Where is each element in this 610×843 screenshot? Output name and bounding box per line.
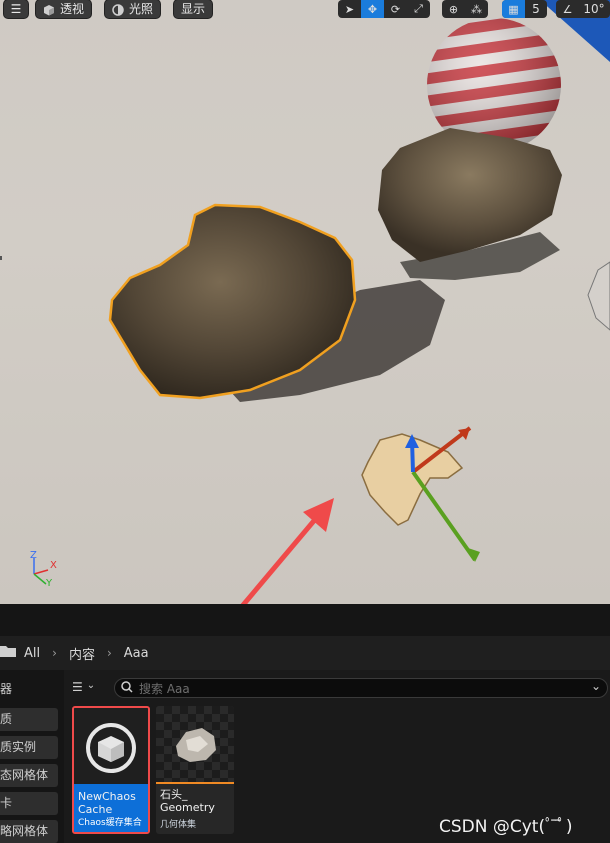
asset-thumbnail xyxy=(74,708,148,784)
asset-tile-chaos-cache[interactable]: NewChaos Cache Chaos缓存集合 xyxy=(72,706,150,834)
coord-tools: ⊕ ⁂ xyxy=(442,0,488,18)
grid-snap-toggle[interactable]: ▦ xyxy=(502,0,525,18)
axis-indicator: Z X Y xyxy=(28,550,62,590)
scale-tool[interactable]: ⤢ xyxy=(407,0,430,18)
lighting-label: 光照 xyxy=(129,2,154,16)
show-label: 显示 xyxy=(181,2,206,16)
asset-name-line1: NewChaos xyxy=(78,790,136,803)
perspective-label: 透视 xyxy=(60,2,85,16)
grid-snap-value[interactable]: 5 xyxy=(525,0,547,18)
cube-icon xyxy=(43,3,55,16)
viewport-menu-button[interactable]: ☰ xyxy=(4,0,28,18)
filter-item[interactable]: 卡 xyxy=(0,792,58,815)
asset-thumbnail xyxy=(156,706,234,782)
globe-icon: ⊕ xyxy=(448,2,459,16)
filter-item[interactable]: 略网格体 xyxy=(0,820,58,843)
scale-icon: ⤢ xyxy=(414,2,423,15)
transform-tools: ➤ ✥ ⟳ ⤢ xyxy=(338,0,430,18)
snap-icon: ⁂ xyxy=(471,2,482,16)
chevron-right-icon: › xyxy=(52,646,57,660)
asset-type-color-bar xyxy=(156,782,234,784)
asset-type: Chaos缓存集合 xyxy=(78,818,142,828)
breadcrumb: All › 内容 › Aaa xyxy=(0,636,610,670)
filter-button[interactable]: ☰ ⌄ xyxy=(72,680,95,694)
asset-type: 几何体集 xyxy=(160,820,197,830)
lighting-icon xyxy=(112,3,124,16)
rotate-icon: ⟳ xyxy=(390,2,401,16)
cursor-icon: ➤ xyxy=(344,2,355,16)
select-tool[interactable]: ➤ xyxy=(338,0,361,18)
world-space-toggle[interactable]: ⊕ xyxy=(442,0,465,18)
angle-icon: ∠ xyxy=(562,2,573,16)
perspective-button[interactable]: 透视 xyxy=(36,0,92,18)
folder-icon[interactable] xyxy=(0,645,16,661)
editor-window: ☰ 透视 光照 显示 ➤ ✥ ⟳ ⤢ ⊕ ⁂ ▦ 5 ∠ 10° Z X Y A… xyxy=(0,0,610,843)
search-icon xyxy=(121,680,133,696)
breadcrumb-content[interactable]: 内容 xyxy=(69,644,95,663)
lighting-button[interactable]: 光照 xyxy=(105,0,161,18)
annotation-arrow xyxy=(240,514,320,604)
rotate-tool[interactable]: ⟳ xyxy=(384,0,407,18)
chevron-right-icon: › xyxy=(106,646,112,660)
filter-item[interactable]: 态网格体 xyxy=(0,764,58,787)
axis-x-label: X xyxy=(50,560,57,571)
viewport-bottom-bar xyxy=(0,604,610,636)
asset-tile-geometry-collection[interactable]: 石头_ Geometry 几何体集 xyxy=(156,706,234,834)
chevron-down-icon[interactable]: ⌄ xyxy=(591,679,601,693)
surface-snap-toggle[interactable]: ⁂ xyxy=(465,0,488,18)
search-input[interactable]: 搜索 Aaa ⌄ xyxy=(114,678,608,698)
asset-name: NewChaos Cache xyxy=(78,790,136,816)
asset-name-line1: 石头_ xyxy=(160,788,188,801)
move-icon: ✥ xyxy=(367,2,378,16)
filter-item[interactable]: 质 xyxy=(0,708,58,731)
viewport-scene xyxy=(0,0,610,604)
chevron-down-icon: ⌄ xyxy=(86,680,96,691)
browser-toolbar: ☰ ⌄ 搜索 Aaa ⌄ xyxy=(66,676,610,700)
hamburger-icon: ☰ xyxy=(10,2,22,16)
filter-item[interactable]: 器 xyxy=(0,678,58,701)
watermark: CSDN @Cyt(ﾟ̄ ̄ﾟ) xyxy=(439,817,573,837)
asset-name: 石头_ Geometry xyxy=(160,788,215,814)
translate-tool[interactable]: ✥ xyxy=(361,0,384,18)
axis-z-label: Z xyxy=(30,550,37,561)
level-viewport[interactable]: ☰ 透视 光照 显示 ➤ ✥ ⟳ ⤢ ⊕ ⁂ ▦ 5 ∠ 10° Z X Y xyxy=(0,0,610,604)
filter-panel: 器 质 质实例 态网格体 卡 略网格体 xyxy=(0,670,64,843)
angle-snap-group: ∠ 10° xyxy=(556,0,610,18)
show-button[interactable]: 显示 xyxy=(174,0,213,18)
grid-icon: ▦ xyxy=(508,2,519,16)
breadcrumb-all[interactable]: All xyxy=(24,646,40,661)
angle-snap-value[interactable]: 10° xyxy=(579,0,609,18)
angle-snap-toggle[interactable]: ∠ xyxy=(556,0,579,18)
grid-snap-group: ▦ 5 xyxy=(502,0,547,18)
filter-item[interactable]: 质实例 xyxy=(0,736,58,759)
filter-icon: ☰ xyxy=(72,680,83,694)
axis-y-label: Y xyxy=(46,578,53,589)
asset-name-line2: Geometry xyxy=(160,801,215,814)
search-placeholder: 搜索 Aaa xyxy=(139,681,190,696)
breadcrumb-aaa[interactable]: Aaa xyxy=(124,646,149,661)
